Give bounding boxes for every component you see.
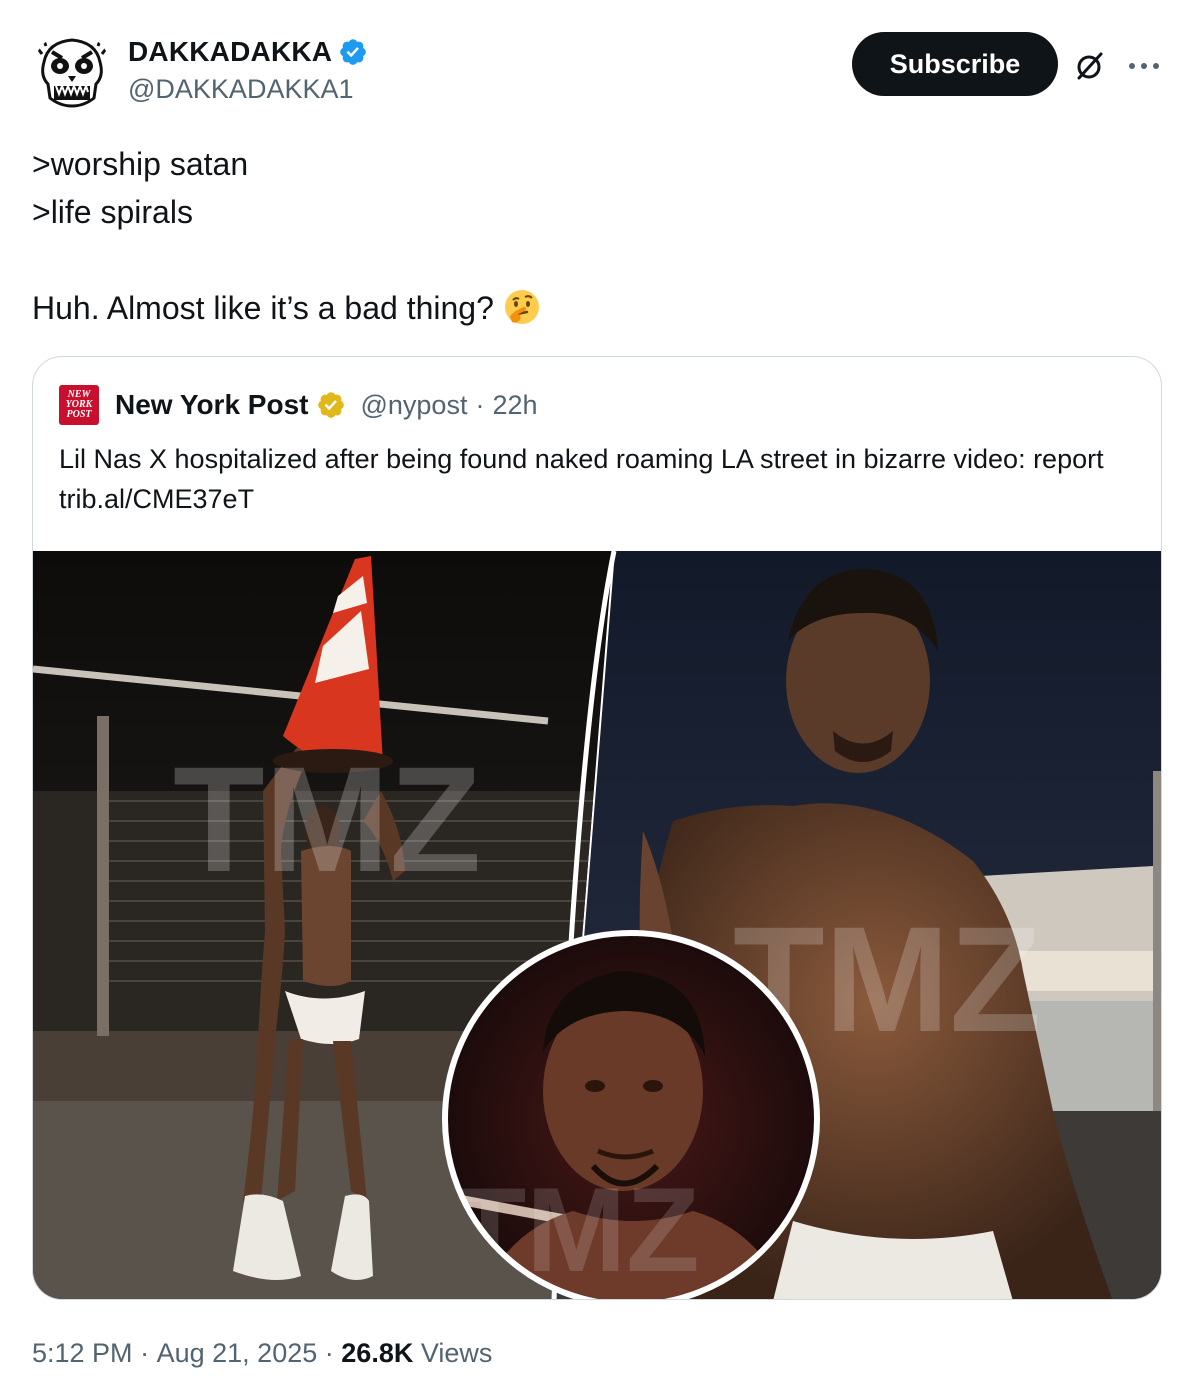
post-time[interactable]: 5:12 PM [32, 1338, 133, 1369]
avatar[interactable] [32, 32, 112, 112]
tweet-line: >life spirals [32, 194, 193, 230]
meta-separator [133, 1338, 141, 1369]
quoted-tweet-card[interactable]: NEW YORK POST New York Post @nypost · 22… [32, 356, 1162, 1300]
tweet-closing-line: Huh. Almost like it’s a bad thing? [32, 284, 1162, 332]
verified-badge-icon[interactable] [338, 37, 368, 67]
quoted-tweet-text: Lil Nas X hospitalized after being found… [59, 444, 1104, 514]
more-icon[interactable] [1124, 46, 1164, 86]
quoted-tweet-header: NEW YORK POST New York Post @nypost · 22… [59, 381, 538, 429]
nypost-logo-icon[interactable]: NEW YORK POST [59, 385, 99, 425]
gold-verified-badge-icon[interactable] [316, 390, 346, 420]
author-name-row: DAKKADAKKA [128, 34, 368, 70]
news-photo-collage[interactable]: TMZ TMZ TMZ [33, 551, 1162, 1300]
views-label: Views [420, 1338, 493, 1368]
quoted-age[interactable]: 22h [492, 390, 537, 421]
ork-skull-avatar-icon [32, 32, 112, 112]
subscribe-button[interactable]: Subscribe [852, 32, 1058, 96]
grok-icon[interactable] [1070, 46, 1110, 86]
tweet-line: >worship satan [32, 146, 249, 182]
meta-separator: · [475, 389, 485, 420]
post-date[interactable]: Aug 21, 2025 [157, 1338, 318, 1369]
thinking-face-emoji-icon [504, 290, 539, 324]
tweet-text: >worship satan >life spirals Huh. Almost… [32, 140, 1162, 332]
nypost-logo-word: POST [66, 409, 92, 420]
tmz-watermark-left: TMZ [173, 735, 481, 903]
quoted-handle[interactable]: @nypost [360, 390, 467, 421]
views-count: 26.8K [341, 1338, 414, 1368]
author-block: DAKKADAKKA @DAKKADAKKA1 [128, 34, 368, 105]
tweet-closing-text: Huh. Almost like it’s a bad thing? [32, 290, 494, 326]
author-handle[interactable]: @DAKKADAKKA1 [128, 74, 368, 105]
meta-separator-dot: · [140, 1338, 150, 1368]
quoted-display-name[interactable]: New York Post [115, 389, 308, 421]
tweet-meta-footer: 5:12 PM · Aug 21, 2025 · 26.8K Views [32, 1338, 492, 1369]
meta-separator-dot: · [324, 1338, 334, 1368]
display-name[interactable]: DAKKADAKKA [128, 36, 332, 68]
